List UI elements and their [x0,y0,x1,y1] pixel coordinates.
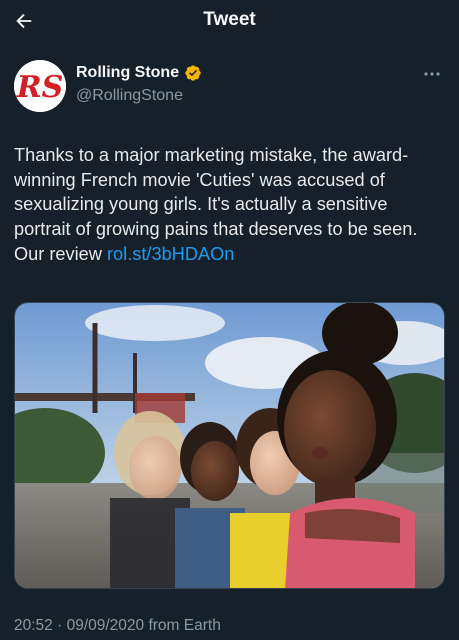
tweet-date[interactable]: 09/09/2020 [67,617,145,634]
avatar[interactable]: RS [14,60,66,112]
display-name: Rolling Stone [76,64,180,81]
page-title: Tweet [203,9,256,30]
tweet-time[interactable]: 20:52 [14,617,53,634]
movie-still-image [15,303,444,588]
separator-dot: · [52,617,67,634]
top-bar: Tweet [0,0,459,44]
tweet-timestamp: 20:52 · 09/09/2020 from Earth [14,617,221,635]
more-options-button[interactable] [420,64,444,84]
tweet-source: from Earth [144,617,221,634]
more-dots-icon [424,72,440,76]
avatar-logo-text: RS [16,70,64,105]
user-handle[interactable]: @RollingStone [76,87,183,105]
tweet-photo[interactable] [14,302,445,589]
rolling-stone-logo: RS [14,60,66,112]
display-name-row[interactable]: Rolling Stone [76,64,202,82]
tweet-author: RS Rolling Stone @RollingStone [14,58,446,114]
review-link[interactable]: rol.st/3bHDAOn [107,244,234,264]
verified-badge-icon [185,65,201,81]
tweet-body: Thanks to a major marketing mistake, the… [14,143,446,267]
